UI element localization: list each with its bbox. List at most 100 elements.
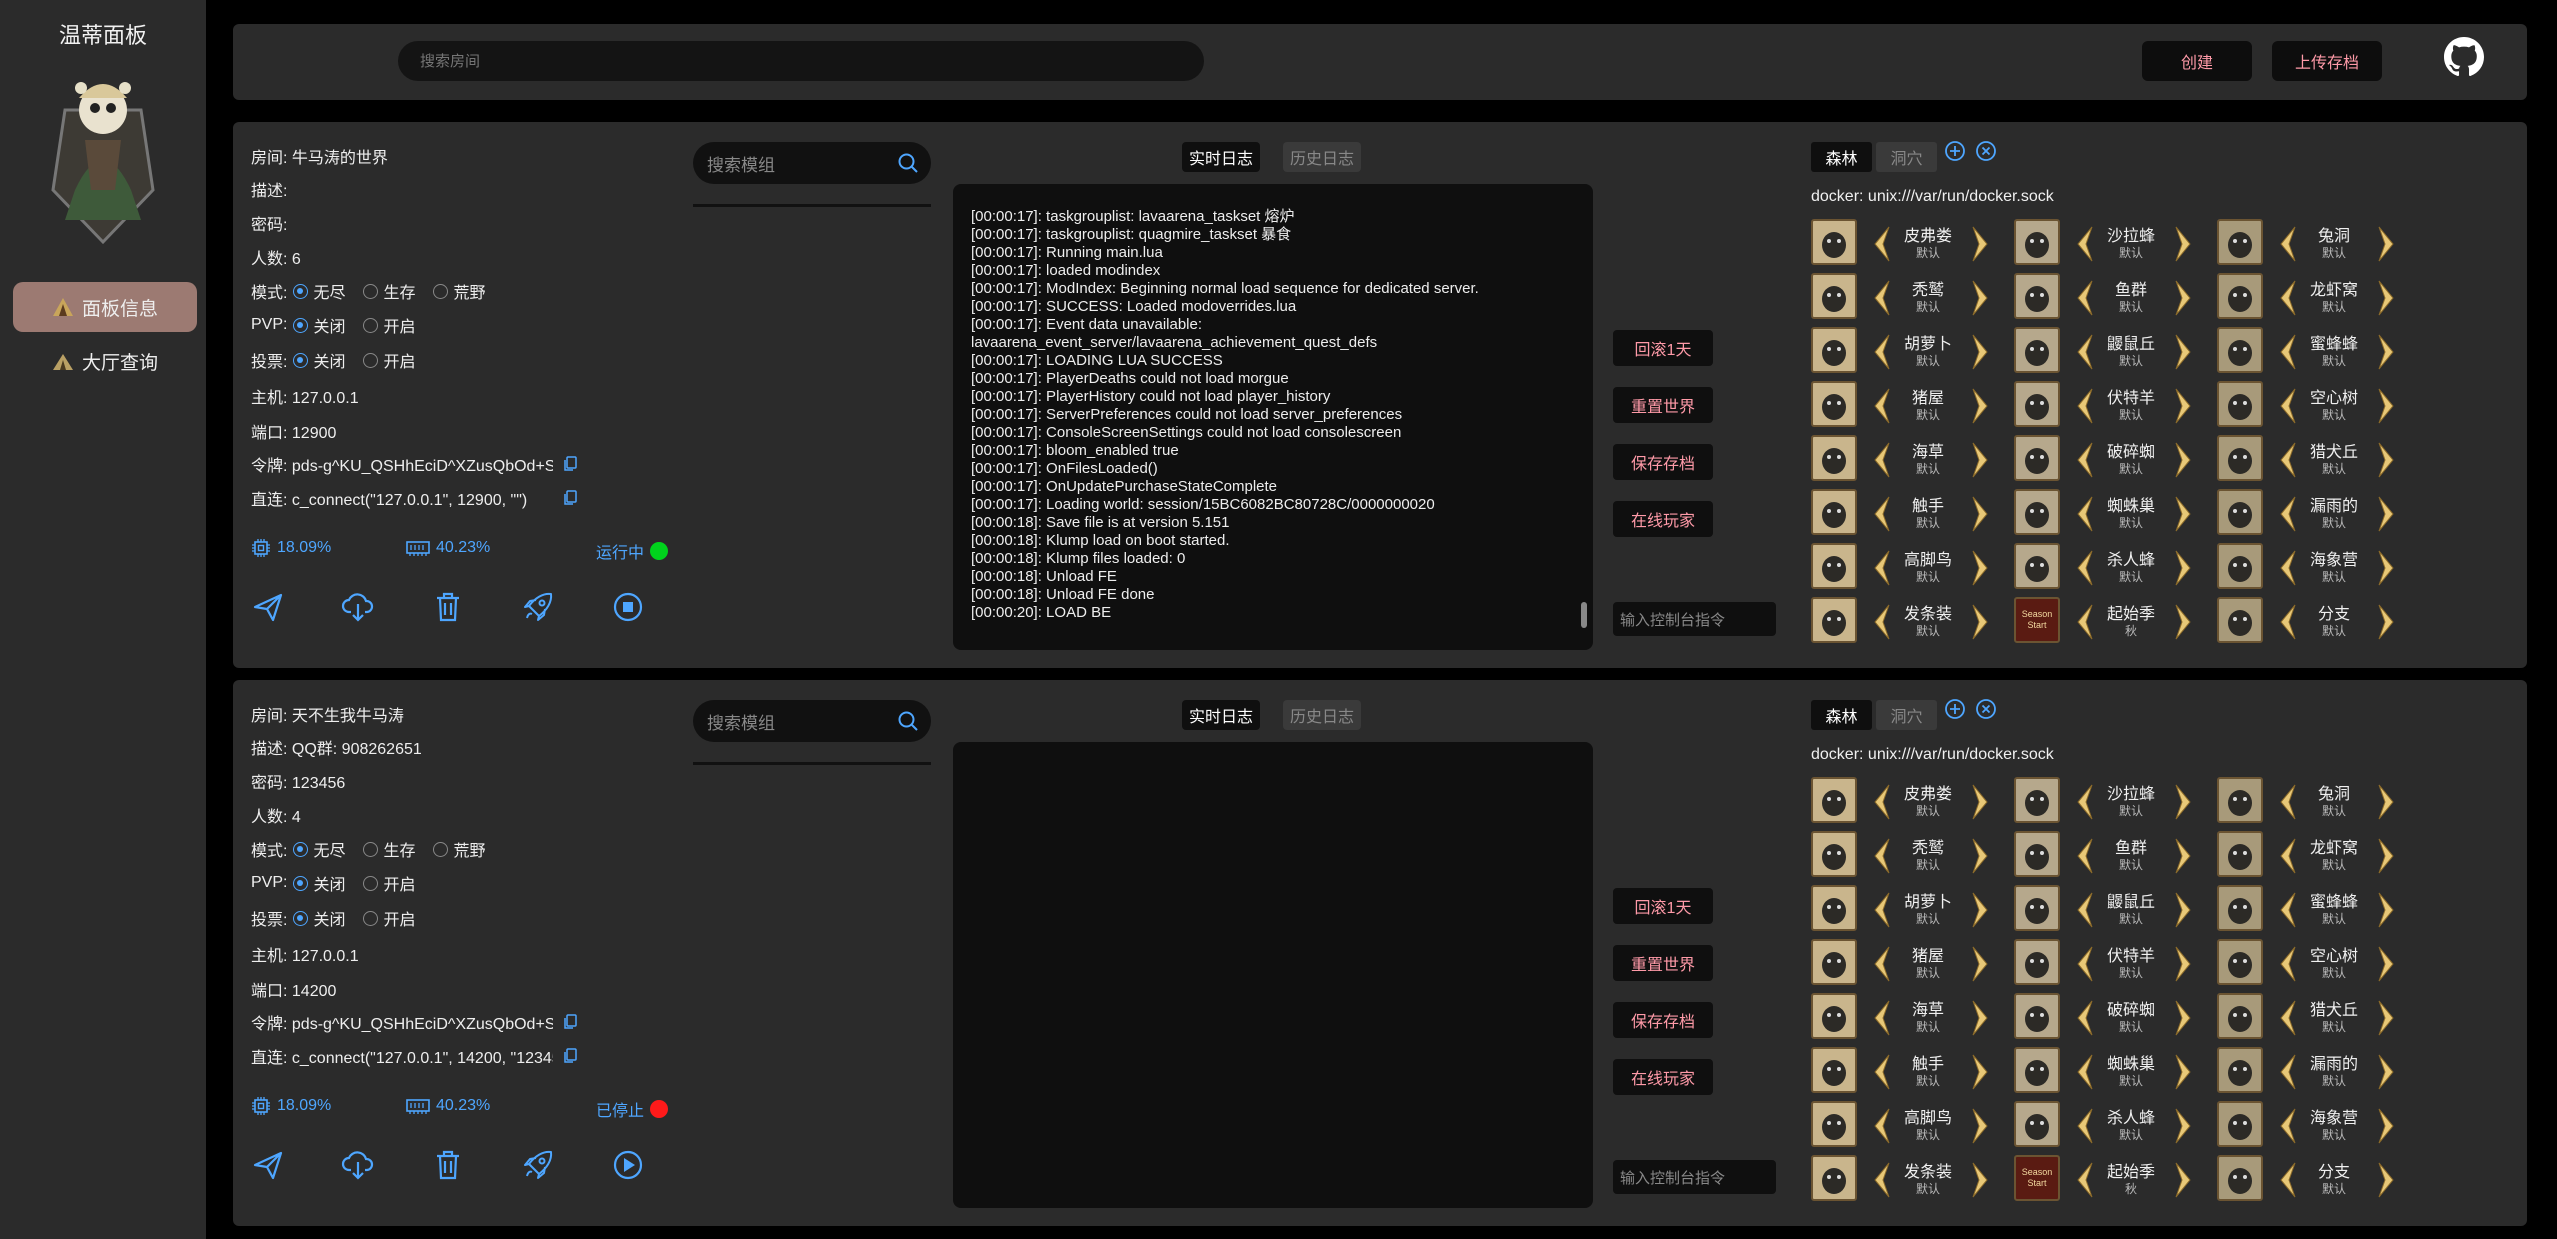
increase-arrow-icon[interactable] [2172,1053,2194,1091]
add-world-icon[interactable] [1944,140,1966,162]
decrease-arrow-icon[interactable] [2074,225,2096,263]
tab-forest[interactable]: 森林 [1811,700,1872,730]
increase-arrow-icon[interactable] [1969,279,1991,317]
increase-arrow-icon[interactable] [2375,891,2397,929]
decrease-arrow-icon[interactable] [2277,945,2299,983]
add-world-icon[interactable] [1944,698,1966,720]
tab-history-log[interactable]: 历史日志 [1283,142,1362,172]
vote-option[interactable]: 开启 [363,348,415,372]
increase-arrow-icon[interactable] [2375,1161,2397,1199]
decrease-arrow-icon[interactable] [2277,837,2299,875]
increase-arrow-icon[interactable] [2172,441,2194,479]
decrease-arrow-icon[interactable] [1871,891,1893,929]
console-command-input[interactable]: 输入控制台指令 [1613,1160,1776,1194]
tab-live-log[interactable]: 实时日志 [1182,142,1261,172]
mod-search-input[interactable]: 搜索模组 [693,700,931,742]
mode-option[interactable]: 荒野 [433,279,486,303]
vote-option[interactable]: 关闭 [293,348,345,372]
delete-icon[interactable] [431,1148,465,1182]
decrease-arrow-icon[interactable] [2074,945,2096,983]
increase-arrow-icon[interactable] [1969,603,1991,641]
send-icon[interactable] [251,1148,285,1182]
control-button-0[interactable]: 回滚1天 [1613,330,1713,366]
increase-arrow-icon[interactable] [1969,837,1991,875]
increase-arrow-icon[interactable] [2375,783,2397,821]
search-icon[interactable] [897,710,919,732]
increase-arrow-icon[interactable] [2172,279,2194,317]
mode-option[interactable]: 生存 [363,279,415,303]
copy-icon[interactable] [563,1048,577,1064]
console-command-input[interactable]: 输入控制台指令 [1613,602,1776,636]
cloud-download-icon[interactable] [341,1148,375,1182]
increase-arrow-icon[interactable] [2375,945,2397,983]
increase-arrow-icon[interactable] [1969,225,1991,263]
control-button-1[interactable]: 重置世界 [1613,945,1713,981]
control-button-2[interactable]: 保存存档 [1613,1002,1713,1038]
increase-arrow-icon[interactable] [2172,225,2194,263]
copy-icon[interactable] [563,490,577,506]
control-button-3[interactable]: 在线玩家 [1613,501,1713,537]
tab-caves[interactable]: 洞穴 [1876,700,1937,730]
decrease-arrow-icon[interactable] [1871,945,1893,983]
increase-arrow-icon[interactable] [2375,225,2397,263]
room-search-input[interactable] [398,41,1204,81]
increase-arrow-icon[interactable] [1969,549,1991,587]
decrease-arrow-icon[interactable] [2074,495,2096,533]
increase-arrow-icon[interactable] [2172,891,2194,929]
increase-arrow-icon[interactable] [2172,549,2194,587]
pvp-option[interactable]: 关闭 [293,871,345,895]
increase-arrow-icon[interactable] [2172,1161,2194,1199]
control-button-0[interactable]: 回滚1天 [1613,888,1713,924]
increase-arrow-icon[interactable] [2375,333,2397,371]
increase-arrow-icon[interactable] [2172,837,2194,875]
tab-history-log[interactable]: 历史日志 [1283,700,1362,730]
decrease-arrow-icon[interactable] [1871,1107,1893,1145]
decrease-arrow-icon[interactable] [2074,441,2096,479]
decrease-arrow-icon[interactable] [1871,1161,1893,1199]
decrease-arrow-icon[interactable] [2074,1053,2096,1091]
mode-option[interactable]: 无尽 [293,279,345,303]
mode-option[interactable]: 生存 [363,837,415,861]
decrease-arrow-icon[interactable] [2277,1053,2299,1091]
decrease-arrow-icon[interactable] [1871,837,1893,875]
vote-option[interactable]: 关闭 [293,906,345,930]
decrease-arrow-icon[interactable] [2074,549,2096,587]
decrease-arrow-icon[interactable] [2074,603,2096,641]
decrease-arrow-icon[interactable] [1871,441,1893,479]
increase-arrow-icon[interactable] [1969,945,1991,983]
log-view[interactable] [953,742,1593,1208]
vote-option[interactable]: 开启 [363,906,415,930]
rocket-icon[interactable] [521,1148,555,1182]
pvp-option[interactable]: 开启 [363,871,416,895]
increase-arrow-icon[interactable] [2172,1107,2194,1145]
control-button-3[interactable]: 在线玩家 [1613,1059,1713,1095]
decrease-arrow-icon[interactable] [2074,999,2096,1037]
decrease-arrow-icon[interactable] [2074,1107,2096,1145]
cloud-download-icon[interactable] [341,590,375,624]
decrease-arrow-icon[interactable] [1871,387,1893,425]
increase-arrow-icon[interactable] [2375,495,2397,533]
mode-option[interactable]: 荒野 [433,837,486,861]
increase-arrow-icon[interactable] [2375,837,2397,875]
delete-icon[interactable] [431,590,465,624]
increase-arrow-icon[interactable] [2172,999,2194,1037]
increase-arrow-icon[interactable] [1969,387,1991,425]
decrease-arrow-icon[interactable] [2277,891,2299,929]
decrease-arrow-icon[interactable] [2074,387,2096,425]
increase-arrow-icon[interactable] [2172,945,2194,983]
increase-arrow-icon[interactable] [1969,1053,1991,1091]
decrease-arrow-icon[interactable] [1871,225,1893,263]
remove-world-icon[interactable] [1975,140,1997,162]
increase-arrow-icon[interactable] [2375,387,2397,425]
tab-caves[interactable]: 洞穴 [1876,142,1937,172]
send-icon[interactable] [251,590,285,624]
copy-icon[interactable] [563,1014,577,1030]
decrease-arrow-icon[interactable] [1871,999,1893,1037]
increase-arrow-icon[interactable] [2172,333,2194,371]
nav-panel-info[interactable]: 面板信息 [13,282,197,332]
decrease-arrow-icon[interactable] [1871,1053,1893,1091]
nav-lobby-query[interactable]: 大厅查询 [13,336,197,386]
increase-arrow-icon[interactable] [1969,783,1991,821]
decrease-arrow-icon[interactable] [2074,1161,2096,1199]
increase-arrow-icon[interactable] [1969,495,1991,533]
